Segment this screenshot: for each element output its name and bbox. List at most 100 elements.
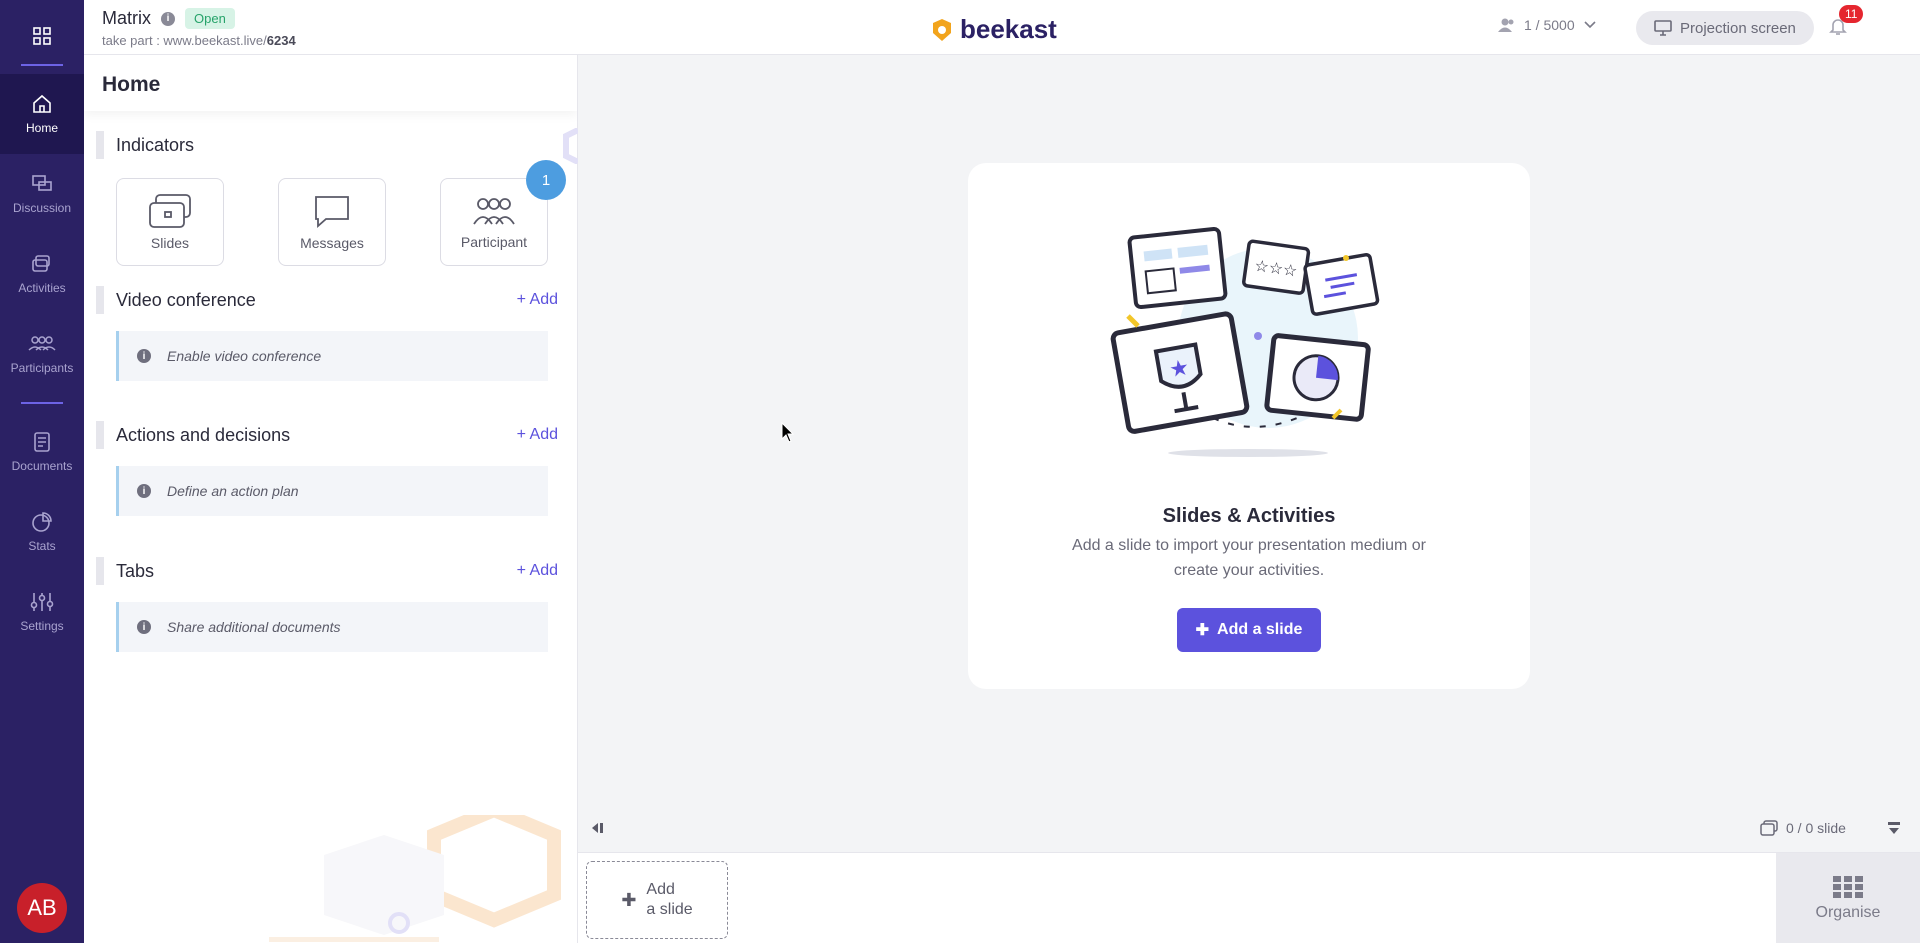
beekast-logo-icon — [933, 18, 951, 41]
projection-screen-button[interactable]: Projection screen — [1636, 11, 1814, 45]
action-plan-info-text: Define an action plan — [167, 483, 299, 499]
nav-label-home: Home — [25, 121, 58, 135]
card-title: Slides & Activities — [1162, 505, 1336, 527]
organise-button[interactable]: Organise — [1776, 853, 1920, 943]
takepart-prefix: take part : www.beekast.live/ — [102, 33, 267, 48]
info-icon[interactable]: i — [161, 11, 175, 26]
add-slide-label: Add a slide — [1217, 621, 1303, 638]
nav-label-stats: Stats — [28, 539, 56, 553]
mouse-cursor-icon — [781, 422, 795, 443]
slide-filmstrip: ✚ Add a slide Organise — [578, 852, 1920, 943]
plus-icon: ✚ — [621, 890, 637, 910]
section-bar — [96, 286, 104, 314]
takepart-code: 6234 — [266, 33, 296, 48]
slide-counter: 0 / 0 slide — [1760, 820, 1846, 836]
nav-item-discussion[interactable]: Discussion — [0, 154, 84, 234]
video-conference-info[interactable]: i Enable video conference — [116, 331, 548, 381]
top-header: Matrix i Open take part : www.beekast.li… — [84, 0, 1920, 55]
nav-label-discussion: Discussion — [12, 201, 72, 215]
add-slide-tile-text: Add a slide — [646, 880, 692, 920]
message-bubble-icon — [315, 196, 349, 228]
share-documents-info[interactable]: i Share additional documents — [116, 602, 548, 652]
chevron-down-icon — [1584, 21, 1596, 29]
nav-separator — [21, 402, 63, 404]
settings-sliders-icon — [30, 593, 54, 611]
nav-item-settings[interactable]: Settings — [0, 572, 84, 652]
home-icon — [33, 94, 51, 113]
nav-item-documents[interactable]: Documents — [0, 412, 84, 492]
nav-item-participants[interactable]: Participants — [0, 314, 84, 394]
video-conference-section: Video conference + Add — [96, 286, 558, 314]
video-conference-title: Video conference — [116, 289, 256, 310]
add-tab-link[interactable]: + Add — [517, 562, 558, 580]
add-slide-tile[interactable]: ✚ Add a slide — [586, 861, 728, 939]
discussion-icon — [32, 175, 52, 191]
participant-count-badge: 1 — [526, 160, 566, 200]
participants-count: 1 / 5000 — [1524, 17, 1575, 33]
add-video-conference-link[interactable]: + Add — [517, 291, 558, 309]
indicators-section: Indicators — [96, 131, 558, 159]
add-slide-tile-line1: Add — [646, 881, 675, 898]
info-icon: i — [137, 484, 151, 498]
tabs-title: Tabs — [116, 560, 155, 581]
apps-grid-icon[interactable] — [22, 16, 62, 56]
event-title-row: Matrix i Open — [102, 8, 235, 29]
section-bar — [96, 131, 104, 159]
slides-icon — [149, 194, 191, 228]
info-icon: i — [137, 349, 151, 363]
participants-group-icon — [473, 198, 515, 225]
info-icon: i — [137, 620, 151, 634]
nav-separator — [21, 64, 63, 66]
slides-icon — [1760, 820, 1778, 836]
event-title: Matrix — [102, 8, 151, 28]
share-documents-info-text: Share additional documents — [167, 619, 341, 635]
beekast-logo: beekast — [930, 14, 1057, 45]
expand-filmstrip-icon[interactable] — [1886, 820, 1902, 841]
empty-slides-card: ☆☆☆ ★ Slides & Activities Add a slide to… — [968, 163, 1530, 689]
indicator-slides[interactable]: Slides — [116, 178, 224, 266]
documents-icon — [34, 432, 50, 452]
action-plan-info[interactable]: i Define an action plan — [116, 466, 548, 516]
nav-label-activities: Activities — [18, 281, 66, 295]
activities-icon — [32, 255, 50, 272]
card-description: Add a slide to import your presentation … — [1072, 537, 1426, 579]
add-action-link[interactable]: + Add — [517, 426, 558, 444]
collapse-panel-icon[interactable] — [590, 820, 606, 841]
add-slide-button[interactable]: ✚ Add a slide — [1177, 608, 1321, 652]
nav-item-stats[interactable]: Stats — [0, 492, 84, 572]
indicators-title: Indicators — [116, 134, 195, 155]
organise-label: Organise — [1815, 903, 1881, 921]
participants-counter[interactable]: 1 / 5000 — [1498, 17, 1597, 33]
panel-title: Home — [84, 55, 577, 111]
slides-illustration: ☆☆☆ ★ — [1110, 227, 1380, 457]
left-nav: Home Discussion Activities Participants … — [0, 0, 84, 943]
screen-icon — [1654, 20, 1672, 36]
indicator-messages[interactable]: Messages — [278, 178, 386, 266]
indicator-messages-label: Messages — [300, 235, 364, 251]
plus-icon: ✚ — [1195, 622, 1210, 639]
participants-icon — [1498, 18, 1514, 32]
stats-icon — [32, 512, 52, 532]
indicator-participant-label: Participant — [460, 234, 528, 250]
user-avatar[interactable]: AB — [17, 883, 67, 933]
nav-item-activities[interactable]: Activities — [0, 234, 84, 314]
nav-label-participants: Participants — [10, 361, 74, 375]
actions-section: Actions and decisions + Add — [96, 421, 558, 449]
section-bar — [96, 421, 104, 449]
nav-label-settings: Settings — [20, 619, 64, 633]
nav-item-home[interactable]: Home — [0, 74, 84, 154]
decorative-hexagon-top — [563, 128, 578, 164]
section-bar — [96, 557, 104, 585]
tabs-section: Tabs + Add — [96, 557, 558, 585]
actions-title: Actions and decisions — [116, 424, 291, 445]
decorative-hexagons — [269, 815, 561, 942]
nav-label-documents: Documents — [11, 459, 73, 473]
video-conference-info-text: Enable video conference — [167, 348, 322, 364]
indicator-slides-label: Slides — [150, 235, 190, 251]
projection-label: Projection screen — [1680, 19, 1796, 37]
notification-count-badge: 11 — [1839, 5, 1864, 23]
takepart-link[interactable]: take part : www.beekast.live/6234 — [102, 33, 296, 48]
grid-icon — [1833, 875, 1863, 898]
logo-text: beekast — [960, 14, 1057, 44]
slide-count-text: 0 / 0 slide — [1786, 820, 1846, 836]
